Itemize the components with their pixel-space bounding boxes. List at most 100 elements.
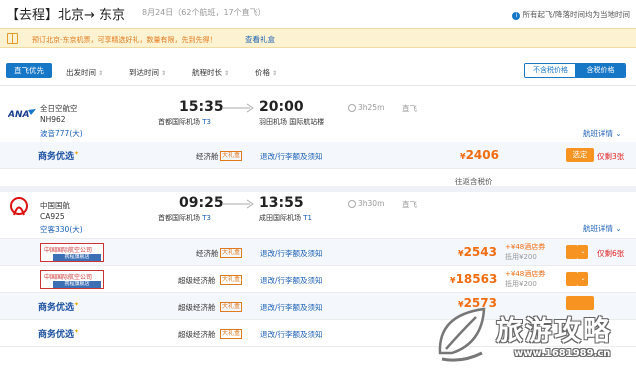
cabin-class: 经济舱 <box>196 249 219 258</box>
promo-text: 预订北京-东京机票，可享精选好礼，数量有限，先到先得！ <box>32 36 217 44</box>
air-china-logo-icon <box>10 197 28 216</box>
sort-bar: 直飞优先 出发时间 ⇕ 到达时间 ⇕ 航程时长 ⇕ 价格 ⇕ 不含税价格 含税价格 <box>0 56 636 86</box>
chevron-down-icon[interactable]: ⌄ <box>578 245 588 259</box>
refund-baggage-link[interactable]: 退改/行李额及须知 <box>260 248 323 259</box>
watermark-url: www.1681989.cn <box>514 348 611 359</box>
promo-banner: 预订北京-东京机票，可享精选好礼，数量有限，先到先得！ 查看礼盒 <box>0 28 636 48</box>
leaf-logo-icon <box>438 307 486 362</box>
arrival-airport: 成田国际机场 T1 <box>259 213 312 223</box>
gift-box-tag: 大礼盒 <box>220 329 243 339</box>
divider <box>0 168 636 169</box>
refund-baggage-link[interactable]: 退改/行李额及须知 <box>260 302 323 313</box>
chevron-down-icon: ⌄ <box>615 129 622 138</box>
departure-time: 15:35 <box>179 99 224 115</box>
flight-duration-value: 3h25m <box>358 103 385 112</box>
cabin-class: 超级经济舱 <box>178 276 216 285</box>
crown-icon: ✦ <box>74 301 80 308</box>
departure-terminal: T3 <box>202 118 211 126</box>
arrival-time: 13:55 <box>259 195 304 211</box>
refund-baggage-link[interactable]: 退改/行李额及须知 <box>260 275 323 286</box>
crown-icon: ✦ <box>74 150 80 157</box>
ana-logo-icon: ANA <box>8 109 36 118</box>
gift-box-tag: 大礼盒 <box>220 302 243 312</box>
watermark-title: 旅游攻略 <box>496 316 612 347</box>
fare-price: ¥18563 <box>450 272 497 286</box>
air-china-flagship-stamp: 中国国际航空公司 携程旗舰店 <box>40 270 104 289</box>
direct-first-button[interactable]: 直飞优先 <box>6 63 52 78</box>
arrival-time: 20:00 <box>259 99 304 115</box>
business-select-label: 商务优选 <box>38 330 75 340</box>
sort-duration[interactable]: 航程时长 ⇕ <box>192 67 229 78</box>
departure-airport: 首都国际机场 T3 <box>158 117 211 127</box>
crown-icon: ✦ <box>74 328 80 335</box>
departure-time: 09:25 <box>179 195 224 211</box>
trip-label: 【去程】 <box>6 8 59 23</box>
view-gift-link[interactable]: 查看礼盒 <box>245 34 275 45</box>
hotel-coupon: +¥48酒店券 抵用¥200 <box>505 269 545 289</box>
business-select-logo: 商务优选✦ <box>38 327 79 340</box>
cabin-class: 超级经济舱 <box>178 330 216 339</box>
no-tax-price-option[interactable]: 不含税价格 <box>525 64 576 77</box>
hotel-coupon: +¥48酒店券 抵用¥200 <box>505 242 545 262</box>
book-button[interactable] <box>566 272 578 286</box>
timezone-note-text: 所有起飞/降落时间均为当地时间 <box>522 10 630 19</box>
fare-price-value: 18563 <box>455 272 498 286</box>
business-select-label: 商务优选 <box>38 152 75 162</box>
gift-box-tag: 大礼盒 <box>220 151 243 161</box>
departure-airport-name: 首都国际机场 <box>158 118 200 126</box>
clock-icon <box>348 104 356 112</box>
sort-arrows-icon: ⇕ <box>224 70 230 77</box>
gift-icon <box>7 33 18 44</box>
flight-card-ca925: 中国国航 CA925 空客330(大) 09:25 13:55 首都国际机场 T… <box>0 192 636 238</box>
arrow-right-icon <box>222 199 254 209</box>
with-tax-price-option[interactable]: 含税价格 <box>575 64 625 77</box>
refund-baggage-link[interactable]: 退改/行李额及须知 <box>260 151 323 162</box>
business-select-logo: 商务优选✦ <box>38 300 79 313</box>
fare-price: ¥2543 <box>458 245 497 259</box>
sort-arrows-icon: ⇕ <box>272 70 278 77</box>
nonstop-label: 直飞 <box>402 200 417 209</box>
hotel-coupon-value: 抵用¥200 <box>505 280 537 288</box>
nonstop-label: 直飞 <box>402 104 417 113</box>
book-button[interactable]: 选定 <box>566 148 594 162</box>
flight-card-nh962: ANA 全日空航空 NH962 波音777(大) 15:35 20:00 首都国… <box>0 92 636 142</box>
aircraft-type[interactable]: 空客330(大) <box>40 224 83 235</box>
cabin-class: 超级经济舱 <box>178 303 216 312</box>
departure-airport: 首都国际机场 T3 <box>158 213 211 223</box>
aircraft-type[interactable]: 波音777(大) <box>40 128 83 139</box>
arrival-terminal: T1 <box>303 214 312 222</box>
results-header: 【去程】 北京→ 东京 8月24日（62个航班，17个直飞） i 所有起飞/降落时… <box>0 0 636 26</box>
refund-baggage-link[interactable]: 退改/行李额及须知 <box>260 329 323 340</box>
flight-number: NH962 <box>40 115 66 124</box>
sort-arrival-label: 到达时间 <box>129 68 159 77</box>
cabin-class: 经济舱 <box>196 152 219 161</box>
flight-count-info: 8月24日（62个航班，17个直飞） <box>142 8 266 17</box>
sort-price[interactable]: 价格 ⇕ <box>255 67 277 78</box>
arrival-airport-name: 成田国际机场 <box>259 214 301 222</box>
business-select-logo: 商务优选✦ <box>38 149 79 162</box>
flight-detail-link[interactable]: 航班详情 ⌄ <box>583 128 622 139</box>
flagship-stamp-store: 携程旗舰店 <box>53 254 101 261</box>
sort-departure-label: 出发时间 <box>66 68 96 77</box>
hotel-coupon-label: +¥48酒店券 <box>505 270 546 278</box>
gift-box-tag: 大礼盒 <box>220 275 243 285</box>
chevron-down-icon[interactable]: ⌄ <box>578 272 588 286</box>
sort-departure-time[interactable]: 出发时间 ⇕ <box>66 67 103 78</box>
sort-arrival-time[interactable]: 到达时间 ⇕ <box>129 67 166 78</box>
sort-arrows-icon: ⇕ <box>161 70 167 77</box>
hotel-coupon-value: 抵用¥200 <box>505 253 537 261</box>
fare-price: ¥2406 <box>460 148 499 162</box>
airline-name: 中国国航 <box>40 201 70 210</box>
sort-duration-label: 航程时长 <box>192 68 222 77</box>
svg-text:ANA: ANA <box>8 110 29 118</box>
fare-price-value: 2406 <box>465 148 499 162</box>
route-title: 北京→ 东京 <box>58 8 126 23</box>
flight-detail-label: 航班详情 <box>583 129 613 138</box>
book-button[interactable] <box>566 245 578 259</box>
flight-detail-link[interactable]: 航班详情 ⌄ <box>583 223 622 234</box>
arrow-right-icon <box>222 103 254 113</box>
departure-airport-name: 首都国际机场 <box>158 214 200 222</box>
clock-icon <box>348 200 356 208</box>
timezone-note: i 所有起飞/降落时间均为当地时间 <box>512 9 630 20</box>
sort-price-label: 价格 <box>255 68 270 77</box>
